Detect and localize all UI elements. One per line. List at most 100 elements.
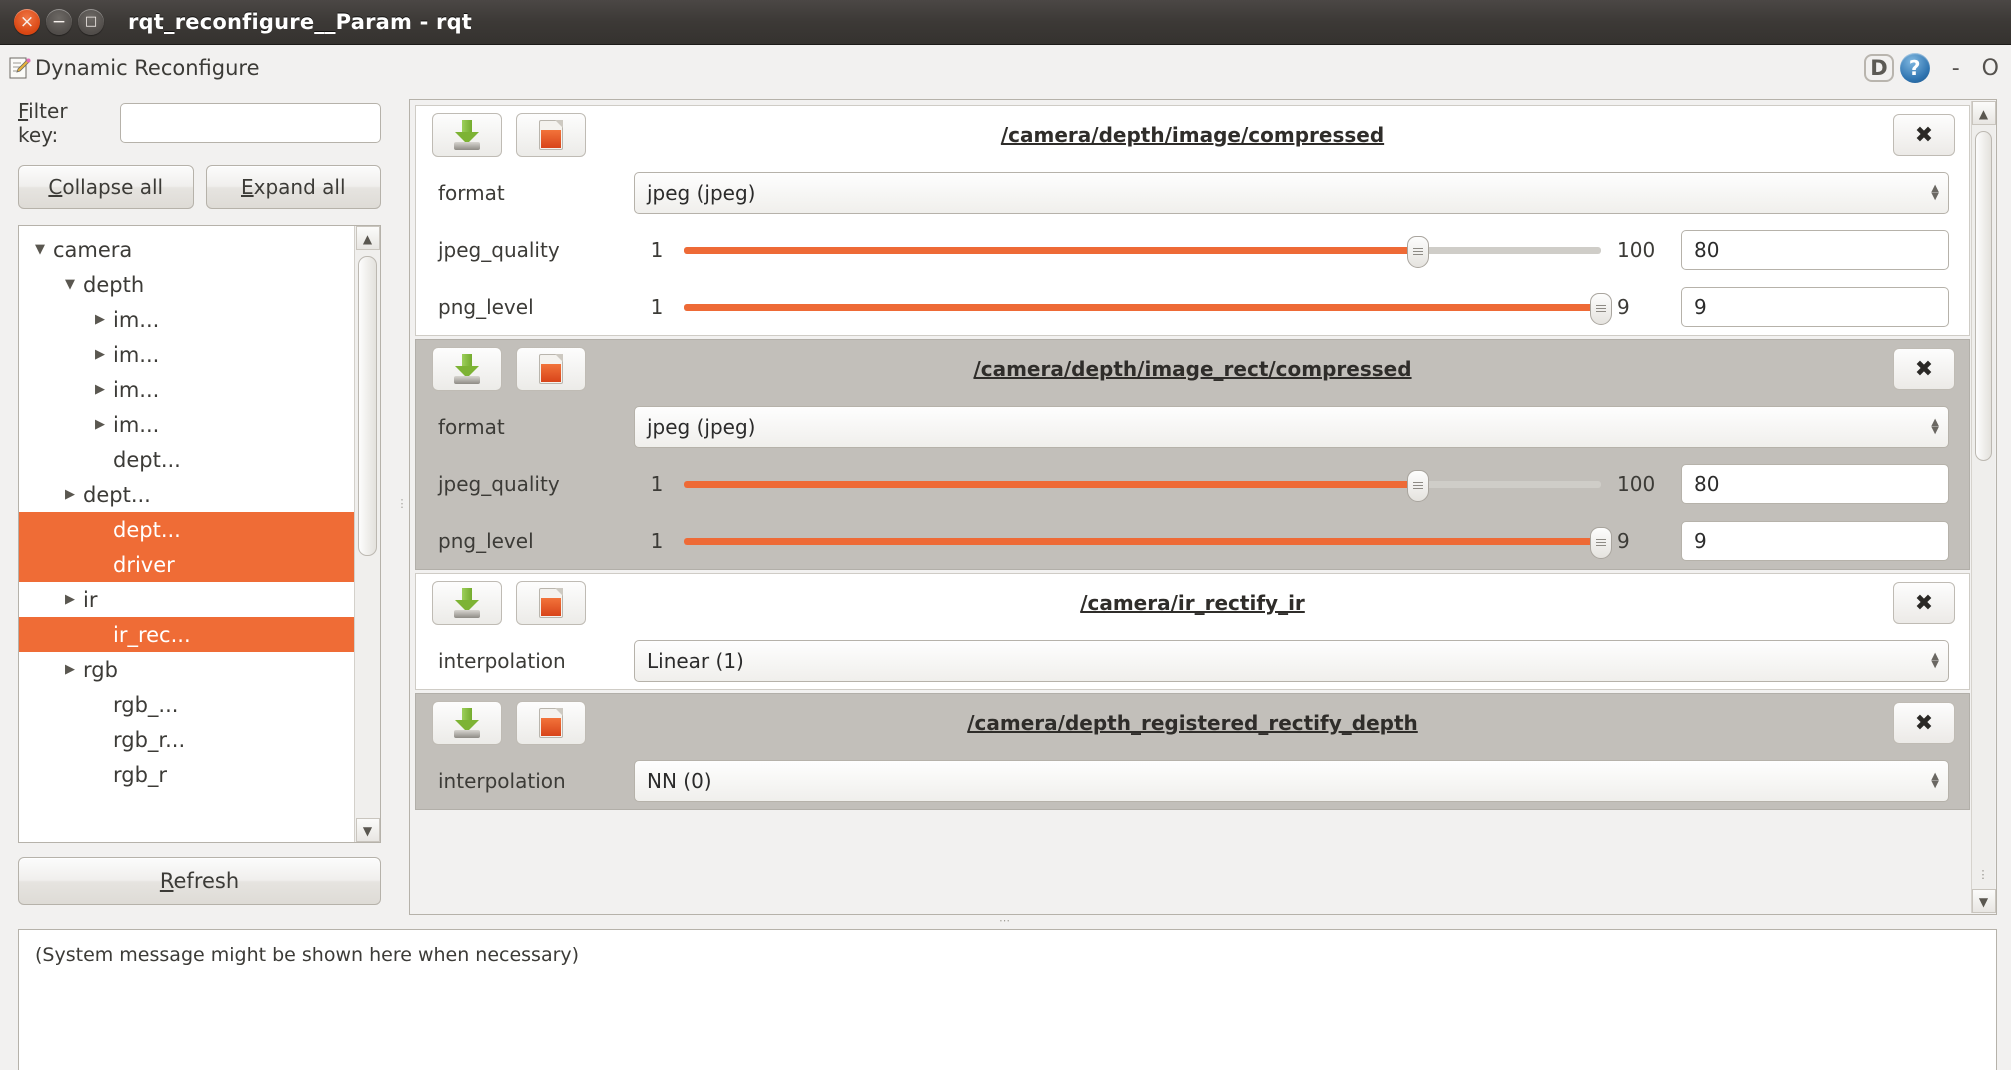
tree-controls: Collapse all Expand all [18,165,381,209]
chevron-updown-icon[interactable]: ▲ ▼ [1931,417,1939,435]
parameter-slider[interactable] [684,235,1601,268]
close-group-button[interactable]: ✖ [1893,114,1955,156]
tree-item[interactable]: ▶ ir [19,582,354,617]
tree-item[interactable]: driver [19,547,354,582]
open-file-icon [539,708,563,738]
parameter-combobox[interactable]: NN (0) ▲ ▼ [634,759,1949,802]
tree-item[interactable]: ▶ im... [19,337,354,372]
tree-scroll-up-icon[interactable]: ▲ [355,226,380,250]
group-title[interactable]: /camera/ir_rectify_ir [416,591,1969,615]
tree-item[interactable]: ▶ rgb [19,652,354,687]
load-config-button[interactable] [516,581,586,625]
chevron-right-icon[interactable]: ▶ [89,312,111,327]
filter-row: Filter key: [18,99,381,147]
tree-item[interactable]: dept... [19,512,354,547]
editor-scrollbar[interactable]: ▲ ⋮ ▼ [1971,101,1996,913]
load-config-button[interactable] [516,701,586,745]
chevron-updown-icon[interactable]: ▲ ▼ [1931,771,1939,789]
close-group-button[interactable]: ✖ [1893,702,1955,744]
refresh-button[interactable]: Refresh [18,857,381,905]
window-minimize-button[interactable]: − [46,9,72,35]
dynamic-reconfigure-icon [8,56,32,80]
collapse-all-button[interactable]: Collapse all [18,165,194,209]
tree-item-label: rgb [83,657,118,682]
plugin-close-button[interactable]: O [1982,56,1999,81]
save-config-button[interactable] [432,581,502,625]
open-file-icon [539,354,563,384]
chevron-right-icon[interactable]: ▶ [89,382,111,397]
save-config-button[interactable] [432,113,502,157]
chevron-right-icon[interactable]: ▶ [89,417,111,432]
editor-scroll-thumb[interactable] [1975,131,1992,461]
save-icon [454,120,480,150]
dock-widget-icon[interactable]: D [1864,54,1894,82]
tree-item-label: rgb_r [113,762,168,787]
help-icon[interactable]: ? [1899,53,1930,83]
tree-item[interactable]: rgb_r [19,757,354,792]
editor-scroll-down-icon[interactable]: ▼ [1971,889,1996,913]
parameter-slider[interactable] [684,526,1612,559]
parameter-label: interpolation [438,768,566,793]
tree-scroll-track[interactable] [355,250,380,818]
chevron-updown-icon[interactable]: ▲ ▼ [1931,183,1939,201]
tree-item[interactable]: ▼ camera [19,232,354,267]
slider-handle[interactable] [1406,469,1429,502]
tree-scrollbar[interactable]: ▲ ▼ [354,226,380,842]
tree-item[interactable]: rgb_r... [19,722,354,757]
tree-item-label: camera [53,237,133,262]
chevron-right-icon[interactable]: ▶ [59,592,81,607]
chevron-right-icon[interactable]: ▶ [89,347,111,362]
parameter-slider[interactable] [684,292,1612,325]
parameter-combobox[interactable]: jpeg (jpeg) ▲ ▼ [634,405,1949,448]
parameter-group: /camera/depth/image/compressed ✖ format jpe… [415,105,1970,336]
parameter-label: jpeg_quality [438,471,560,496]
slider-handle[interactable] [1406,235,1429,268]
combobox-value: jpeg (jpeg) [647,180,756,205]
group-title[interactable]: /camera/depth/image_rect/compressed [416,357,1969,381]
save-config-button[interactable] [432,347,502,391]
parameter-editor-panel: /camera/depth/image/compressed ✖ format jpe… [409,99,1997,915]
parameter-tree[interactable]: ▼ camera ▼ depth ▶ im... ▶ im... ▶ im... ▶ im... dep… [18,225,381,843]
parameter-combobox[interactable]: Linear (1) ▲ ▼ [634,639,1949,682]
tree-item[interactable]: ▶ im... [19,302,354,337]
parameter-value-field[interactable]: 80 [1681,463,1949,504]
parameter-label: png_level [438,528,534,553]
tree-item[interactable]: ▶ im... [19,372,354,407]
horizontal-splitter[interactable]: ⋯ [0,915,2011,927]
chevron-updown-icon[interactable]: ▲ ▼ [1931,651,1939,669]
tree-item[interactable]: ▶ dept... [19,477,354,512]
window-close-button[interactable]: × [14,9,40,35]
tree-item[interactable]: ir_rec... [19,617,354,652]
editor-scroll-up-icon[interactable]: ▲ [1971,101,1996,125]
parameter-combobox[interactable]: jpeg (jpeg) ▲ ▼ [634,171,1949,214]
tree-item[interactable]: rgb_... [19,687,354,722]
parameter-value-field[interactable]: 9 [1681,520,1949,561]
vertical-splitter[interactable]: ⋮ [395,91,409,915]
group-title[interactable]: /camera/depth_registered_rectify_depth [416,711,1969,735]
close-group-button[interactable]: ✖ [1893,582,1955,624]
parameter-value-field[interactable]: 9 [1681,286,1949,327]
expand-all-button[interactable]: Expand all [205,165,381,209]
close-group-button[interactable]: ✖ [1893,348,1955,390]
chevron-right-icon[interactable]: ▶ [59,487,81,502]
plugin-minimize-button[interactable]: - [1952,56,1960,81]
chevron-down-icon[interactable]: ▼ [59,277,81,292]
parameter-row: png_level 1 9 9 [416,512,1969,569]
chevron-down-icon[interactable]: ▼ [29,242,51,257]
parameter-value-field[interactable]: 80 [1681,229,1949,270]
tree-scroll-down-icon[interactable]: ▼ [355,818,380,842]
parameter-slider[interactable] [684,469,1601,502]
filter-key-input[interactable] [120,103,381,143]
tree-item[interactable]: ▶ im... [19,407,354,442]
group-title[interactable]: /camera/depth/image/compressed [416,123,1969,147]
tree-item[interactable]: dept... [19,442,354,477]
chevron-right-icon[interactable]: ▶ [59,662,81,677]
tree-scroll-thumb[interactable] [358,256,377,556]
slider-handle[interactable] [1590,526,1612,559]
slider-handle[interactable] [1590,292,1612,325]
load-config-button[interactable] [516,113,586,157]
tree-item[interactable]: ▼ depth [19,267,354,302]
window-maximize-button[interactable]: □ [78,9,104,35]
save-config-button[interactable] [432,701,502,745]
load-config-button[interactable] [516,347,586,391]
